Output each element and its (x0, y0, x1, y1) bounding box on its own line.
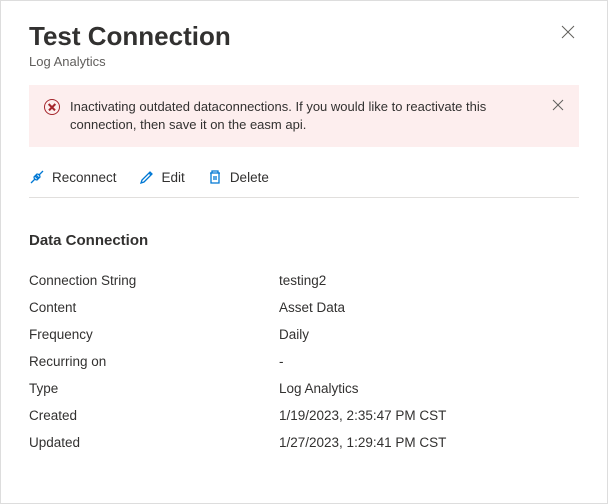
alert-message: Inactivating outdated dataconnections. I… (70, 98, 542, 134)
delete-button[interactable]: Delete (207, 169, 269, 185)
reconnect-button[interactable]: Reconnect (29, 169, 117, 185)
label: Updated (29, 435, 279, 450)
pencil-icon (139, 169, 155, 185)
reconnect-label: Reconnect (52, 170, 117, 185)
edit-label: Edit (162, 170, 185, 185)
row-recurring-on: Recurring on - (29, 348, 579, 375)
row-type: Type Log Analytics (29, 375, 579, 402)
delete-label: Delete (230, 170, 269, 185)
value: - (279, 354, 284, 369)
page-title: Test Connection (29, 21, 231, 52)
value: Asset Data (279, 300, 345, 315)
value: 1/27/2023, 1:29:41 PM CST (279, 435, 446, 450)
close-icon (552, 99, 564, 111)
value: Daily (279, 327, 309, 342)
value: Log Analytics (279, 381, 359, 396)
error-icon (44, 99, 60, 115)
row-frequency: Frequency Daily (29, 321, 579, 348)
row-created: Created 1/19/2023, 2:35:47 PM CST (29, 402, 579, 429)
value: testing2 (279, 273, 326, 288)
error-alert: Inactivating outdated dataconnections. I… (29, 85, 579, 147)
edit-button[interactable]: Edit (139, 169, 185, 185)
plug-icon (29, 169, 45, 185)
panel-header: Test Connection Log Analytics (29, 21, 579, 69)
alert-dismiss-button[interactable] (552, 98, 564, 114)
label: Recurring on (29, 354, 279, 369)
section-heading: Data Connection (29, 232, 579, 249)
label: Created (29, 408, 279, 423)
label: Connection String (29, 273, 279, 288)
row-connection-string: Connection String testing2 (29, 267, 579, 294)
close-icon (561, 25, 575, 39)
toolbar: Reconnect Edit Delete (29, 165, 579, 198)
value: 1/19/2023, 2:35:47 PM CST (279, 408, 446, 423)
row-content: Content Asset Data (29, 294, 579, 321)
connection-detail-panel: Test Connection Log Analytics Inactivati… (0, 0, 608, 504)
title-block: Test Connection Log Analytics (29, 21, 231, 69)
label: Frequency (29, 327, 279, 342)
label: Content (29, 300, 279, 315)
row-updated: Updated 1/27/2023, 1:29:41 PM CST (29, 429, 579, 456)
close-button[interactable] (557, 21, 579, 48)
label: Type (29, 381, 279, 396)
page-subtitle: Log Analytics (29, 54, 231, 69)
properties-list: Connection String testing2 Content Asset… (29, 267, 579, 456)
trash-icon (207, 169, 223, 185)
